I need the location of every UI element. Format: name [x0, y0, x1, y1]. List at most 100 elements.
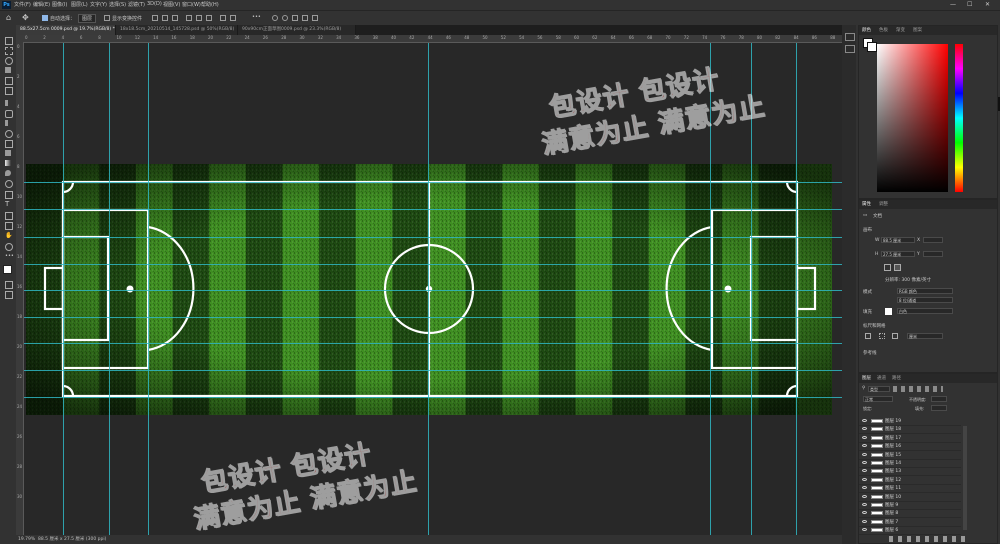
foreground-color-swatch[interactable]: [3, 265, 12, 274]
layer-row[interactable]: 图层 6: [859, 526, 961, 535]
menu-image[interactable]: 图像(I): [52, 1, 67, 8]
guide-horizontal[interactable]: [24, 343, 842, 344]
layer-filter-dropdown[interactable]: 类型: [868, 386, 890, 392]
canvas-area[interactable]: 包设计 包设计 满意为止 满意为止 包设计 包设计 满意为止 满意为止: [24, 43, 842, 535]
ruler-vertical[interactable]: 0 2 4 6 8 10 12 14 16 18 20 22 24 26 28 30: [16, 42, 24, 535]
auto-select-checkbox[interactable]: [42, 15, 48, 21]
layer-action-icons[interactable]: [889, 536, 965, 542]
healing-tool[interactable]: [5, 110, 13, 118]
ruler-grid-title[interactable]: 标尺和网格: [863, 323, 886, 329]
gradient-tool[interactable]: [5, 160, 11, 166]
visibility-eye-icon[interactable]: [862, 477, 867, 481]
auto-select-dropdown[interactable]: 图层: [78, 14, 97, 23]
menu-window[interactable]: 窗口(W): [182, 1, 201, 8]
more-options-button[interactable]: •••: [252, 14, 261, 20]
tab-adjustments[interactable]: 调整: [879, 201, 888, 207]
visibility-eye-icon[interactable]: [862, 494, 867, 498]
actions-panel-icon[interactable]: [845, 45, 855, 53]
3d-scale-icon[interactable]: [312, 15, 318, 21]
guides-title[interactable]: 参考线: [863, 350, 877, 356]
tab-patterns[interactable]: 图案: [913, 27, 922, 33]
visibility-eye-icon[interactable]: [862, 452, 867, 456]
width-field[interactable]: 88.5 厘米: [881, 237, 915, 243]
3d-rotate-icon[interactable]: [272, 15, 278, 21]
tab-properties[interactable]: 属性: [862, 201, 871, 207]
mode-dropdown[interactable]: RGB 颜色: [897, 288, 953, 294]
pen-tool[interactable]: [5, 191, 13, 199]
screen-mode-icon[interactable]: [5, 291, 13, 299]
type-tool-icon[interactable]: T: [5, 201, 11, 208]
ruler-unit-dropdown[interactable]: 厘米: [907, 333, 943, 339]
3d-roll-icon[interactable]: [282, 15, 288, 21]
distribute-icon[interactable]: [220, 15, 226, 21]
bg-color-swatch[interactable]: [867, 42, 877, 52]
3d-pan-icon[interactable]: [292, 15, 298, 21]
home-icon[interactable]: ⌂: [6, 13, 11, 22]
move-tool[interactable]: [5, 37, 13, 45]
visibility-eye-icon[interactable]: [862, 427, 867, 431]
orientation-landscape-icon[interactable]: [894, 264, 901, 271]
guide-vertical[interactable]: [109, 43, 110, 535]
dodge-tool[interactable]: [5, 180, 13, 188]
frame-tool[interactable]: [5, 87, 13, 95]
doc-tab-3[interactable]: 90x90cm正面草图0009.psd @ 23.3%(RGB/8): [238, 25, 356, 35]
tab-swatches[interactable]: 色板: [879, 27, 888, 33]
guide-vertical[interactable]: [148, 43, 149, 535]
tab-layers[interactable]: 图层: [862, 375, 871, 381]
orientation-portrait-icon[interactable]: [884, 264, 891, 271]
quick-select-tool[interactable]: [5, 67, 11, 73]
stamp-tool[interactable]: [5, 130, 13, 138]
history-panel-icon[interactable]: [845, 33, 855, 41]
blur-tool[interactable]: [5, 170, 11, 176]
blend-mode-dropdown[interactable]: 正常: [863, 396, 893, 402]
visibility-eye-icon[interactable]: [862, 519, 867, 523]
eraser-tool[interactable]: [5, 150, 11, 156]
visibility-eye-icon[interactable]: [862, 419, 867, 422]
transform-checkbox[interactable]: [104, 15, 110, 21]
color-field[interactable]: [877, 44, 948, 192]
tab-gradients[interactable]: 渐变: [896, 27, 905, 33]
eyedropper-tool[interactable]: [5, 100, 8, 106]
menu-edit[interactable]: 编辑(E): [33, 1, 50, 8]
guide-horizontal[interactable]: [24, 370, 842, 371]
guide-horizontal[interactable]: [24, 397, 842, 398]
menu-3d[interactable]: 3D(D): [147, 1, 162, 7]
fill-swatch[interactable]: [885, 308, 892, 315]
ruler-horizontal[interactable]: 0 2 4 6 8 10 12 14 16 18 20 22 24 26 28 30 32 34 36 38 40 42 4…: [23, 35, 842, 43]
rectangle-tool[interactable]: [5, 222, 13, 230]
more-tools-icon[interactable]: •••: [5, 253, 14, 259]
layer-fill-field[interactable]: [931, 405, 947, 411]
guide-vertical[interactable]: [428, 43, 429, 535]
history-brush-tool[interactable]: [5, 140, 13, 148]
guide-horizontal[interactable]: [24, 290, 842, 291]
lasso-tool[interactable]: [5, 57, 13, 65]
height-field[interactable]: 27.5 厘米: [881, 251, 915, 257]
y-field[interactable]: [923, 251, 943, 257]
hand-tool-icon[interactable]: ✋: [5, 233, 12, 239]
quick-mask-icon[interactable]: [5, 281, 13, 289]
zoom-level[interactable]: 19.79%: [18, 535, 35, 544]
visibility-eye-icon[interactable]: [862, 486, 867, 490]
align-center-icon[interactable]: [162, 15, 168, 21]
align-right-icon[interactable]: [172, 15, 178, 21]
visibility-eye-icon[interactable]: [862, 461, 867, 464]
marquee-tool[interactable]: [5, 47, 13, 55]
menu-view[interactable]: 视图(V): [163, 1, 180, 8]
guide-horizontal[interactable]: [24, 317, 842, 318]
filter-search-icon[interactable]: ⚲: [862, 386, 865, 391]
guide-horizontal[interactable]: [24, 264, 842, 265]
ruler-toggle-icon[interactable]: [865, 333, 871, 339]
menu-type[interactable]: 文字(Y): [90, 1, 107, 8]
menu-filter[interactable]: 滤镜(T): [128, 1, 145, 8]
menu-file[interactable]: 文件(F): [14, 1, 31, 8]
tab-channels[interactable]: 通道: [877, 375, 886, 381]
guide-horizontal[interactable]: [24, 209, 842, 210]
guide-vertical[interactable]: [63, 43, 64, 535]
align-left-icon[interactable]: [152, 15, 158, 21]
path-select-tool[interactable]: [5, 212, 13, 220]
visibility-eye-icon[interactable]: [862, 528, 867, 532]
crop-tool[interactable]: [5, 77, 13, 85]
visibility-eye-icon[interactable]: [862, 435, 867, 439]
x-field[interactable]: [923, 237, 943, 243]
brush-tool[interactable]: [5, 120, 8, 126]
